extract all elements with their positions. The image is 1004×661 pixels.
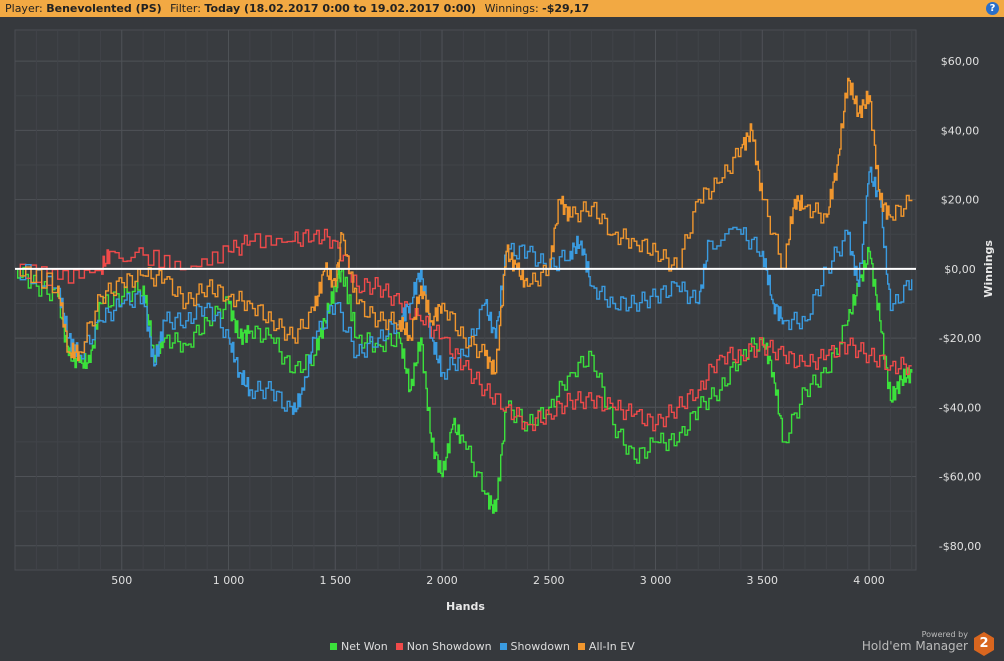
y-tick-label: -$80,00 — [939, 540, 981, 553]
legend-swatch — [330, 643, 337, 650]
legend-label: Net Won — [341, 640, 388, 653]
x-tick-label: 2 000 — [426, 574, 458, 587]
legend-item[interactable]: All-In EV — [577, 640, 635, 653]
legend-label: Non Showdown — [406, 640, 492, 653]
legend-item[interactable]: Net Won — [330, 640, 388, 653]
plot-area — [14, 29, 917, 571]
filter-value: Today (18.02.2017 0:00 to 19.02.2017 0:0… — [204, 2, 477, 15]
player-name: Benevolented (PS) — [46, 2, 162, 15]
filter-label: Filter: — [170, 2, 201, 15]
winnings-label: Winnings: — [484, 2, 539, 15]
y-tick-label: $0,00 — [944, 263, 976, 276]
y-tick-label: $60,00 — [941, 55, 980, 68]
x-tick-label: 3 000 — [640, 574, 672, 587]
y-tick-label: $40,00 — [941, 124, 980, 137]
x-tick-label: 500 — [111, 574, 132, 587]
x-tick-label: 3 500 — [747, 574, 779, 587]
legend: Net Won Non Showdown Showdown All-In EV — [330, 640, 635, 653]
help-icon[interactable]: ? — [986, 2, 999, 15]
legend-item[interactable]: Showdown — [499, 640, 570, 653]
brand-logo: Powered by Hold'em Manager 2 — [861, 630, 994, 656]
x-tick-label: 1 500 — [320, 574, 352, 587]
legend-swatch — [499, 643, 507, 650]
legend-label: All-In EV — [588, 640, 635, 653]
winnings-chart: $60,00 $40,00 $20,00 $0,00 -$20,00 -$40,00 -$6… — [14, 29, 995, 613]
powered-by: Powered by — [921, 630, 968, 639]
x-axis-label: Hands — [446, 600, 485, 613]
y-tick-label: -$60,00 — [939, 471, 981, 484]
legend-swatch — [395, 643, 403, 650]
legend-item[interactable]: Non Showdown — [395, 640, 492, 653]
filter-bar: Player: Benevolented (PS) Filter: Today … — [0, 0, 1004, 17]
winnings-value: -$29,17 — [542, 2, 590, 15]
y-axis-label: Winnings — [982, 240, 995, 298]
x-tick-label: 4 000 — [853, 574, 885, 587]
y-tick-label: -$40,00 — [939, 401, 981, 414]
x-tick-label: 1 000 — [213, 574, 245, 587]
y-tick-label: -$20,00 — [939, 332, 981, 345]
legend-swatch — [577, 643, 585, 650]
brand-name: Hold'em Manager — [861, 639, 968, 653]
player-label: Player: — [5, 2, 43, 15]
legend-label: Showdown — [510, 640, 570, 653]
x-tick-label: 2 500 — [533, 574, 565, 587]
y-tick-label: $20,00 — [941, 194, 980, 207]
